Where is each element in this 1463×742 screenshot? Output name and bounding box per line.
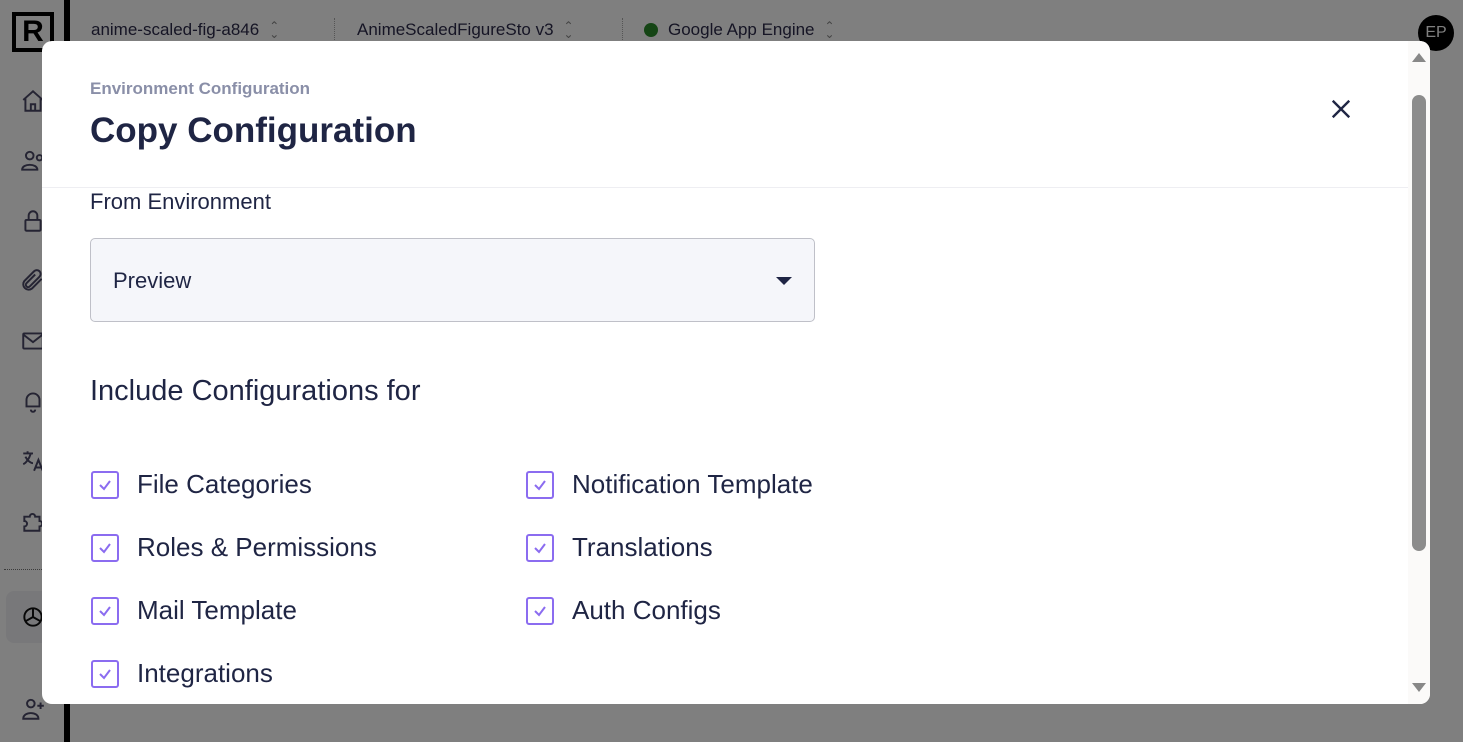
checkbox-file-categories[interactable]: File Categories (91, 469, 312, 500)
scroll-down-arrow-icon[interactable] (1412, 683, 1426, 692)
from-environment-label: From Environment (90, 189, 271, 214)
close-button[interactable] (1325, 93, 1357, 125)
checkbox-checked-icon[interactable] (91, 659, 119, 688)
checkbox-auth-configs[interactable]: Auth Configs (526, 595, 721, 626)
scroll-up-arrow-icon[interactable] (1412, 53, 1426, 62)
checkbox-label: Auth Configs (572, 595, 721, 625)
checkbox-checked-icon[interactable] (526, 470, 554, 499)
checkbox-checked-icon[interactable] (526, 596, 554, 625)
modal-title: Copy Configuration (90, 111, 417, 150)
close-icon (1331, 99, 1351, 119)
from-environment-select[interactable]: Preview (90, 238, 815, 322)
checkbox-label: Translations (572, 532, 713, 562)
scrollbar-thumb[interactable] (1412, 95, 1426, 551)
caret-down-icon (776, 277, 792, 285)
checkbox-label: Notification Template (572, 469, 813, 499)
checkbox-mail-template[interactable]: Mail Template (91, 595, 297, 626)
modal-header: Environment Configuration Copy Configura… (42, 41, 1408, 188)
select-value: Preview (113, 268, 192, 293)
modal-scrollbar[interactable] (1408, 41, 1430, 704)
modal-eyebrow: Environment Configuration (90, 79, 311, 98)
checkbox-checked-icon[interactable] (91, 533, 119, 562)
checkbox-integrations[interactable]: Integrations (91, 658, 273, 689)
copy-configuration-modal: Environment Configuration Copy Configura… (42, 41, 1430, 704)
checkbox-checked-icon[interactable] (91, 470, 119, 499)
checkbox-notification-template[interactable]: Notification Template (526, 469, 813, 500)
checkbox-label: Integrations (137, 658, 273, 688)
checkbox-label: File Categories (137, 469, 312, 499)
checkbox-label: Roles & Permissions (137, 532, 377, 562)
checkbox-roles-permissions[interactable]: Roles & Permissions (91, 532, 377, 563)
checkbox-translations[interactable]: Translations (526, 532, 713, 563)
checkbox-checked-icon[interactable] (526, 533, 554, 562)
checkbox-checked-icon[interactable] (91, 596, 119, 625)
include-configurations-heading: Include Configurations for (90, 375, 421, 407)
checkbox-label: Mail Template (137, 595, 297, 625)
